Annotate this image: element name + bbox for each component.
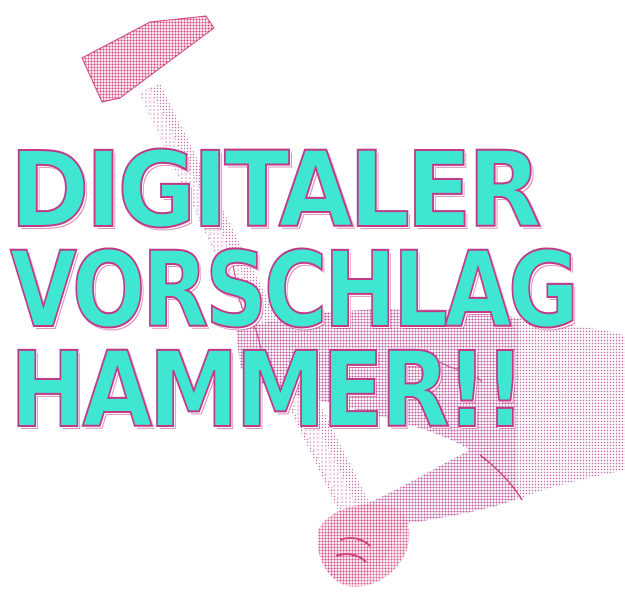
headline-line-1: DIGITALER (9, 129, 542, 251)
poster-canvas: DIGITALER VORSCHLAG HAMMER!! (0, 0, 625, 604)
headline-line-3: HAMMER!! (9, 329, 526, 451)
headline-line-2: VORSCHLAG (9, 229, 580, 351)
headline: DIGITALER VORSCHLAG HAMMER!! (9, 129, 625, 451)
